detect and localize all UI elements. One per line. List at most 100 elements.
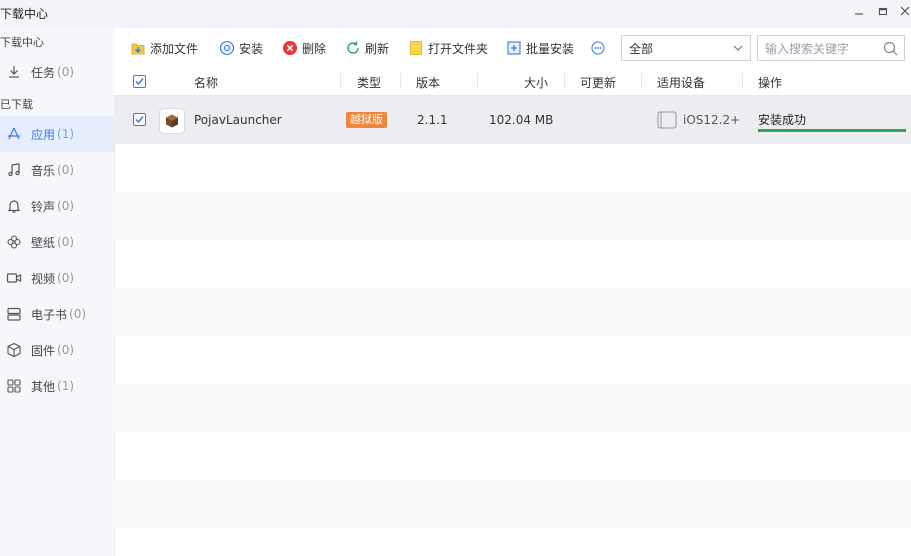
sidebar-item-others[interactable]: 其他 (1) [0, 368, 114, 404]
table-row[interactable]: PojavLauncher 越狱版 2.1.1 102.04 MB iOS12.… [114, 96, 911, 144]
app-icon [6, 126, 22, 142]
sidebar-item-count: (0) [57, 343, 75, 357]
sidebar-item-count: (0) [57, 235, 75, 249]
sidebar-item-firmware[interactable]: 固件 (0) [0, 332, 114, 368]
column-divider [477, 73, 478, 89]
check-icon [135, 78, 144, 86]
sidebar-item-label: 壁纸 [31, 235, 56, 250]
search-input[interactable] [763, 37, 879, 61]
title-bar: 下载中心 [0, 0, 911, 28]
empty-row [114, 144, 911, 192]
batch-install-button[interactable]: 批量安装 [506, 39, 574, 57]
ebook-icon [6, 306, 22, 322]
empty-row [114, 528, 911, 556]
header-action[interactable]: 操作 [758, 74, 782, 91]
firmware-icon [6, 342, 22, 358]
sidebar-item-count: (0) [57, 199, 75, 213]
sidebar-item-label: 固件 [31, 343, 56, 358]
install-status: 安装成功 [758, 113, 807, 127]
toolbar: 添加文件 安装 删除 刷新 打开文件夹 批量安装 全部 [114, 28, 911, 68]
install-button[interactable]: 安装 [219, 39, 263, 57]
table-header: 名称 类型 版本 大小 可更新 适用设备 操作 [114, 68, 911, 96]
header-size[interactable]: 大小 [524, 74, 548, 91]
column-divider [564, 73, 565, 89]
refresh-button[interactable]: 刷新 [345, 39, 389, 57]
search-box [757, 35, 905, 61]
search-icon[interactable] [883, 41, 898, 59]
empty-row [114, 480, 911, 528]
video-icon [6, 270, 22, 286]
sidebar-item-wallpapers[interactable]: 壁纸 (0) [0, 224, 114, 260]
minimize-icon[interactable] [852, 5, 866, 19]
filter-select[interactable]: 全部 [621, 35, 751, 61]
delete-icon [282, 40, 298, 56]
chevron-down-icon [732, 42, 744, 57]
window-title: 下载中心 [0, 7, 49, 21]
section-downloaded-label: 已下载 [0, 98, 33, 111]
sidebar-item-label: 视频 [31, 271, 56, 286]
download-icon [6, 64, 22, 80]
empty-row [114, 432, 911, 480]
install-icon [219, 40, 235, 56]
section-downloading-label: 下载中心 [0, 36, 44, 49]
refresh-icon [345, 40, 361, 56]
app-device: iOS12.2+ [683, 113, 741, 127]
app-name: PojavLauncher [194, 113, 282, 127]
empty-row [114, 288, 911, 336]
header-name[interactable]: 名称 [194, 74, 218, 91]
sidebar-item-videos[interactable]: 视频 (0) [0, 260, 114, 296]
open-folder-button[interactable]: 打开文件夹 [408, 39, 488, 57]
empty-row [114, 384, 911, 432]
sidebar-item-count: (1) [57, 127, 75, 141]
add-file-button[interactable]: 添加文件 [130, 39, 198, 57]
sidebar: 下载中心 任务 (0) 已下载 应用 (1) 音乐 (0) 铃声 (0) 壁纸 [0, 28, 115, 556]
app-size: 102.04 MB [489, 113, 554, 127]
select-all-checkbox[interactable] [133, 75, 146, 88]
sidebar-item-count: (0) [57, 65, 75, 79]
maximize-icon[interactable] [876, 5, 890, 19]
sidebar-item-label: 音乐 [31, 163, 56, 178]
sidebar-item-count: (0) [57, 163, 75, 177]
app-thumbnail-icon [159, 108, 185, 134]
sidebar-item-label: 铃声 [31, 199, 56, 214]
app-version: 2.1.1 [417, 113, 448, 127]
batch-install-icon [506, 40, 522, 56]
column-divider [400, 73, 401, 89]
sidebar-item-ebooks[interactable]: 电子书 (0) [0, 296, 114, 332]
sidebar-item-tasks[interactable]: 任务 (0) [0, 54, 114, 90]
add-file-icon [130, 40, 146, 56]
column-divider [742, 73, 743, 89]
other-icon [6, 378, 22, 394]
filter-value: 全部 [629, 41, 654, 56]
sidebar-item-label: 电子书 [31, 307, 68, 322]
more-icon [590, 40, 606, 56]
header-type[interactable]: 类型 [357, 74, 381, 91]
sidebar-item-ringtones[interactable]: 铃声 (0) [0, 188, 114, 224]
sidebar-item-count: (1) [57, 379, 75, 393]
header-device[interactable]: 适用设备 [657, 74, 705, 91]
header-version[interactable]: 版本 [416, 74, 440, 91]
empty-row [114, 240, 911, 288]
music-icon [6, 162, 22, 178]
install-progress-bar [758, 129, 906, 132]
folder-icon [408, 40, 424, 56]
column-divider [641, 73, 642, 89]
sidebar-item-count: (0) [69, 307, 87, 321]
header-updatable[interactable]: 可更新 [580, 74, 616, 91]
phone-icon [657, 111, 677, 132]
sidebar-item-music[interactable]: 音乐 (0) [0, 152, 114, 188]
row-checkbox[interactable] [133, 113, 146, 126]
sidebar-item-apps[interactable]: 应用 (1) [0, 116, 114, 152]
sidebar-item-label: 任务 [31, 65, 56, 80]
bell-icon [6, 198, 22, 214]
empty-row [114, 336, 911, 384]
more-button[interactable] [590, 39, 610, 57]
empty-row [114, 192, 911, 240]
sidebar-item-label: 应用 [31, 127, 56, 142]
check-icon [135, 116, 144, 124]
wallpaper-icon [6, 234, 22, 250]
delete-button[interactable]: 删除 [282, 39, 326, 57]
close-icon[interactable] [898, 5, 911, 19]
sidebar-item-label: 其他 [31, 379, 56, 394]
sidebar-item-count: (0) [57, 271, 75, 285]
